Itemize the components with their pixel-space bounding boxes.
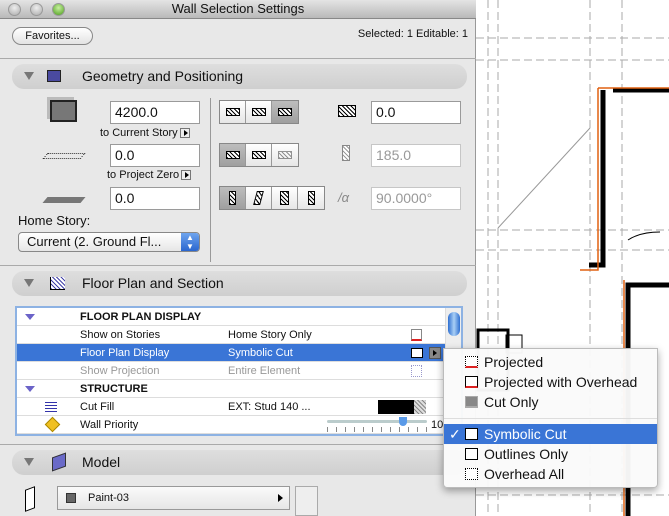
projected-icon bbox=[465, 356, 478, 368]
popup-arrow-button[interactable] bbox=[429, 347, 441, 359]
close-button[interactable] bbox=[8, 3, 21, 16]
floor-plan-section-header[interactable]: Floor Plan and Section bbox=[12, 271, 467, 296]
projection-icon bbox=[411, 365, 422, 377]
cut-only-icon bbox=[465, 396, 478, 408]
table-row[interactable]: Wall Priority 10 bbox=[17, 416, 445, 434]
top-link-label[interactable]: to Current Story bbox=[100, 127, 190, 139]
floor-plan-icon bbox=[50, 277, 65, 290]
slanted-profile-button[interactable] bbox=[246, 187, 272, 209]
home-story-select[interactable]: Current (2. Ground Fl... ▲ ▼ bbox=[18, 232, 200, 252]
symbolic-cut-icon bbox=[411, 348, 423, 358]
menu-item-outlines-only[interactable]: Outlines Only bbox=[444, 444, 657, 464]
model-section-header[interactable]: Model bbox=[12, 450, 467, 475]
table-row[interactable]: Show on Stories Home Story Only bbox=[17, 326, 445, 344]
angle-input[interactable]: 90.0000° bbox=[371, 187, 461, 210]
section-title: Geometry and Positioning bbox=[82, 68, 244, 84]
base-offset-input[interactable]: 0.0 bbox=[110, 144, 200, 167]
expand-triangle-icon[interactable] bbox=[25, 314, 35, 320]
home-story-label: Home Story: bbox=[18, 213, 91, 228]
double-slanted-profile-button[interactable] bbox=[272, 187, 298, 209]
geometry-icon bbox=[47, 70, 61, 82]
wall-profile-segment[interactable] bbox=[219, 186, 325, 210]
favorites-button[interactable]: Favorites... bbox=[12, 27, 93, 45]
bottom-offset-input[interactable]: 0.0 bbox=[110, 187, 200, 210]
reference-line-segment[interactable] bbox=[219, 100, 299, 124]
straight-wall-button[interactable] bbox=[220, 144, 246, 166]
floor-plan-display-dropdown: Projected Projected with Overhead Cut On… bbox=[443, 348, 658, 488]
table-row[interactable]: STRUCTURE bbox=[17, 380, 445, 398]
selection-info: Selected: 1 Editable: 1 bbox=[357, 28, 468, 40]
stepper-arrows-icon: ▲ ▼ bbox=[181, 233, 199, 251]
overhead-icon bbox=[465, 468, 478, 480]
wall-settings-dialog: Wall Selection Settings Favorites... Sel… bbox=[0, 0, 476, 516]
model-icon bbox=[52, 452, 66, 472]
base-link-label[interactable]: to Project Zero bbox=[107, 169, 192, 181]
base-offset-icon bbox=[42, 153, 86, 159]
wall-height-icon bbox=[50, 100, 77, 122]
thickness-input[interactable]: 185.0 bbox=[371, 144, 461, 167]
slider-knob[interactable] bbox=[399, 417, 407, 426]
trapezoid-wall-button[interactable] bbox=[246, 144, 272, 166]
wall-height-input[interactable]: 4200.0 bbox=[110, 101, 200, 124]
section-title: Floor Plan and Section bbox=[82, 275, 224, 291]
scrollbar-thumb[interactable] bbox=[448, 312, 460, 336]
cut-fill-icon bbox=[45, 402, 57, 412]
material-swatch bbox=[66, 493, 76, 503]
wall-priority-icon bbox=[44, 416, 61, 433]
ref-line-outside-button[interactable] bbox=[220, 101, 246, 123]
menu-item-cut-only[interactable]: Cut Only bbox=[444, 392, 657, 412]
stories-icon bbox=[411, 329, 422, 341]
floor-plan-settings-table: FLOOR PLAN DISPLAY Show on Stories Home S… bbox=[15, 306, 463, 436]
table-row[interactable]: FLOOR PLAN DISPLAY bbox=[17, 308, 445, 326]
wall-priority-slider[interactable] bbox=[327, 417, 427, 426]
thickness-icon bbox=[342, 145, 350, 161]
symbolic-cut-icon bbox=[465, 428, 478, 440]
minimize-button[interactable] bbox=[30, 3, 43, 16]
surface-material-select[interactable]: Paint-03 bbox=[57, 486, 290, 510]
table-row[interactable]: Cut Fill EXT: Stud 140 ... bbox=[17, 398, 445, 416]
wall-priority-value: 10 bbox=[431, 419, 444, 431]
chain-link-button[interactable] bbox=[295, 486, 318, 516]
collapse-triangle-icon[interactable] bbox=[24, 458, 34, 466]
expand-triangle-icon[interactable] bbox=[25, 386, 35, 392]
title-bar[interactable]: Wall Selection Settings bbox=[0, 0, 476, 19]
table-row[interactable]: Floor Plan Display Symbolic Cut bbox=[17, 344, 445, 362]
projected-overhead-icon bbox=[465, 376, 478, 388]
ref-line-center-button[interactable] bbox=[246, 101, 272, 123]
arrow-right-icon bbox=[278, 494, 283, 502]
bottom-offset-icon bbox=[42, 197, 86, 203]
offset-icon bbox=[338, 105, 356, 117]
complex-profile-button[interactable] bbox=[298, 187, 324, 209]
menu-item-overhead-all[interactable]: Overhead All bbox=[444, 464, 657, 484]
surface-icon bbox=[25, 486, 35, 512]
wall-geometry-segment[interactable] bbox=[219, 143, 299, 167]
arrow-right-icon[interactable] bbox=[181, 170, 192, 181]
checkmark-icon: ✓ bbox=[449, 426, 461, 442]
ref-line-offset-input[interactable]: 0.0 bbox=[371, 101, 461, 124]
collapse-triangle-icon[interactable] bbox=[24, 279, 34, 287]
outlines-icon bbox=[465, 448, 478, 460]
ref-line-inside-button[interactable] bbox=[272, 101, 298, 123]
straight-profile-button[interactable] bbox=[220, 187, 246, 209]
menu-item-projected[interactable]: Projected bbox=[444, 352, 657, 372]
fill-swatch[interactable] bbox=[378, 400, 426, 414]
arrow-right-icon[interactable] bbox=[179, 128, 190, 139]
geometry-section-header[interactable]: Geometry and Positioning bbox=[12, 64, 467, 89]
section-title: Model bbox=[82, 454, 121, 470]
menu-item-symbolic-cut[interactable]: ✓ Symbolic Cut bbox=[444, 424, 657, 444]
polygonal-wall-button[interactable] bbox=[272, 144, 298, 166]
window-title: Wall Selection Settings bbox=[171, 1, 305, 16]
table-row[interactable]: Show Projection Entire Element bbox=[17, 362, 445, 380]
menu-item-projected-with-overhead[interactable]: Projected with Overhead bbox=[444, 372, 657, 392]
zoom-button[interactable] bbox=[52, 3, 65, 16]
angle-icon: /α bbox=[338, 190, 350, 205]
collapse-triangle-icon[interactable] bbox=[24, 72, 34, 80]
